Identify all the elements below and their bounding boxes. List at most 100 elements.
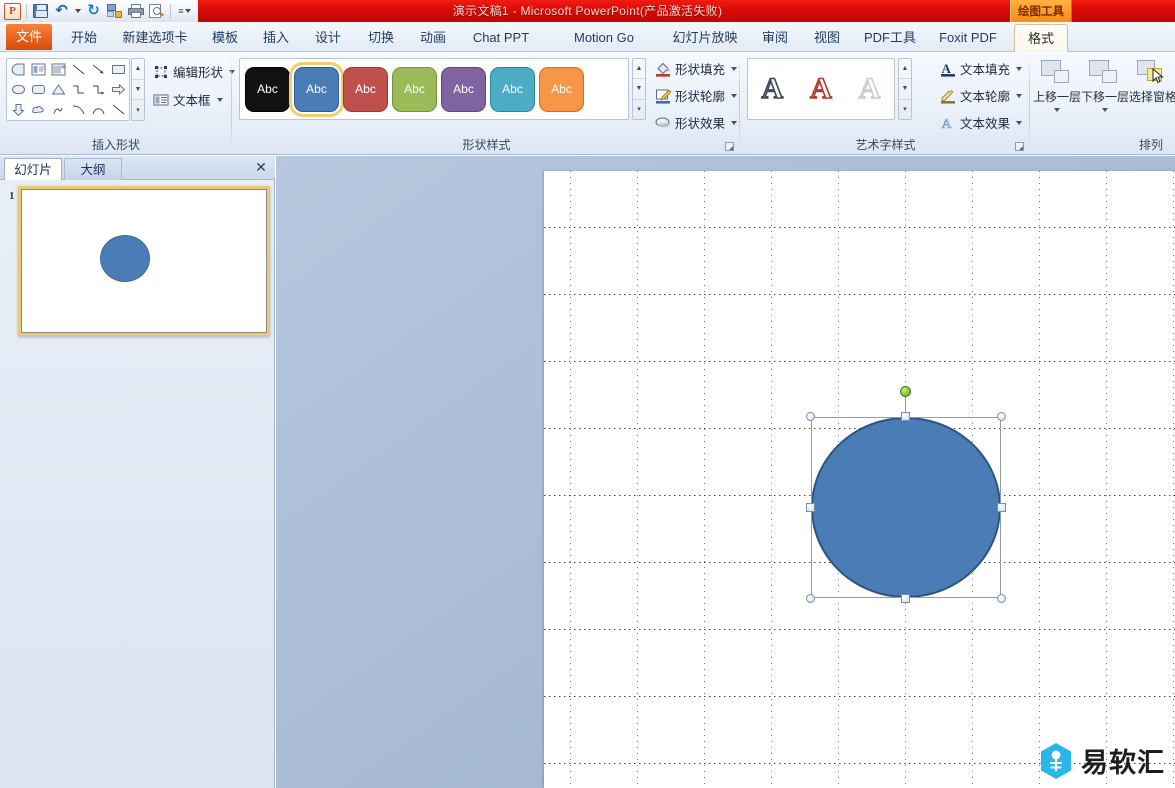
shape-fill-button[interactable]: 形状填充 (652, 57, 740, 80)
tab-design[interactable]: 设计 (306, 24, 350, 52)
wordart-dialog-launcher[interactable] (1015, 142, 1024, 151)
resize-handle-bottom-center[interactable] (901, 594, 910, 603)
resize-handle-middle-right[interactable] (997, 503, 1006, 512)
rotate-handle[interactable] (900, 386, 911, 397)
resize-handle-top-left[interactable] (806, 412, 815, 421)
bring-forward-caret-icon[interactable] (1054, 108, 1060, 112)
edit-shape-button[interactable]: 编辑形状 (150, 60, 238, 83)
tab-transitions[interactable]: 切换 (359, 24, 403, 52)
tab-slides[interactable]: 幻灯片 (4, 158, 62, 180)
send-backward-button[interactable]: 下移一层 (1081, 58, 1129, 112)
tab-review[interactable]: 审阅 (753, 24, 797, 52)
shape-line-icon[interactable] (68, 60, 88, 80)
shape-ellipse-icon[interactable] (8, 80, 28, 100)
grid-line-h (544, 629, 1175, 630)
tab-template[interactable]: 模板 (203, 24, 247, 52)
shape-textbox-icon[interactable] (28, 60, 48, 80)
shape-down-arrow-icon[interactable] (8, 99, 28, 119)
tab-animations[interactable]: 动画 (411, 24, 455, 52)
shape-style-teal[interactable]: Abc (490, 67, 535, 112)
tab-motion-go[interactable]: Motion Go (563, 24, 645, 52)
text-fill-button[interactable]: A 文本填充 (937, 57, 1025, 80)
tab-view[interactable]: 视图 (805, 24, 849, 52)
shape-styles-scroll-down-icon[interactable]: ▼ (633, 79, 645, 99)
tab-pdf-tools[interactable]: PDF工具 (856, 24, 924, 52)
shape-triangle-icon[interactable] (48, 80, 68, 100)
shape-elbow-connector-icon[interactable] (68, 80, 88, 100)
text-effects-caret-icon[interactable] (1016, 121, 1022, 125)
shape-style-red[interactable]: Abc (343, 67, 388, 112)
selection-pane-button[interactable]: 选择窗格 (1129, 58, 1175, 105)
text-effects-button[interactable]: A 文本效果 (937, 111, 1025, 134)
shape-style-blue[interactable]: Abc (294, 67, 339, 112)
shape-style-purple[interactable]: Abc (441, 67, 486, 112)
text-outline-caret-icon[interactable] (1016, 94, 1022, 98)
shape-styles-scroll[interactable]: ▲ ▼ ▾ (632, 58, 646, 120)
wordart-styles-scroll[interactable]: ▲ ▼ ▾ (898, 58, 912, 120)
selected-shape[interactable] (811, 417, 1001, 598)
wordart-styles-gallery[interactable]: A A A (747, 58, 895, 120)
wordart-sample-dark[interactable]: A (761, 74, 783, 104)
text-outline-button[interactable]: 文本轮廓 (937, 84, 1025, 107)
resize-handle-bottom-right[interactable] (997, 594, 1006, 603)
shape-curve-icon[interactable] (68, 99, 88, 119)
shape-effects-caret-icon[interactable] (731, 121, 737, 125)
resize-handle-bottom-left[interactable] (806, 594, 815, 603)
shape-right-arrow-icon[interactable] (108, 80, 128, 100)
slide-thumbnail-1[interactable]: 1 (4, 186, 270, 336)
wordart-scroll-down-icon[interactable]: ▼ (899, 79, 911, 99)
close-pane-icon[interactable]: ✕ (253, 160, 269, 176)
shape-styles-more-icon[interactable]: ▾ (633, 100, 645, 119)
shapes-scroll-up-icon[interactable]: ▲ (132, 59, 144, 80)
send-backward-caret-icon[interactable] (1102, 108, 1108, 112)
edit-shape-label: 编辑形状 (173, 62, 223, 81)
shapes-gallery-scroll[interactable]: ▲ ▼ ▾ (131, 58, 145, 121)
contextual-tab-label: 绘图工具 (1018, 3, 1064, 19)
tab-file[interactable]: 文件 (6, 24, 52, 50)
shape-outline-caret-icon[interactable] (731, 94, 737, 98)
shape-styles-gallery[interactable]: Abc Abc Abc Abc Abc Abc Abc (239, 58, 629, 120)
bring-forward-button[interactable]: 上移一层 (1033, 58, 1081, 112)
wordart-scroll-up-icon[interactable]: ▲ (899, 59, 911, 79)
resize-handle-top-center[interactable] (901, 412, 910, 421)
shape-elbow-arrow-icon[interactable] (88, 80, 108, 100)
text-fill-caret-icon[interactable] (1016, 67, 1022, 71)
shape-styles-dialog-launcher[interactable] (725, 142, 734, 151)
text-box-caret-icon[interactable] (217, 98, 223, 102)
shape-fill-caret-icon[interactable] (731, 67, 737, 71)
shape-outline-button[interactable]: 形状轮廓 (652, 84, 740, 107)
tab-chat-ppt[interactable]: Chat PPT (463, 24, 539, 52)
tab-outline[interactable]: 大纲 (64, 158, 122, 180)
tab-home[interactable]: 开始 (62, 24, 106, 52)
shape-recent-oval-icon[interactable] (8, 60, 28, 80)
shape-diagonal-line-icon[interactable] (108, 99, 128, 119)
shapes-scroll-down-icon[interactable]: ▼ (132, 80, 144, 101)
shape-vertical-textbox-icon[interactable] (48, 60, 68, 80)
shape-freeform-icon[interactable] (48, 99, 68, 119)
contextual-tab-drawing-tools[interactable]: 绘图工具 (1010, 0, 1072, 22)
tab-format[interactable]: 格式 (1014, 24, 1068, 52)
shape-arrow-icon[interactable] (88, 60, 108, 80)
shape-arc-icon[interactable] (88, 99, 108, 119)
slide-thumbnail-selection[interactable] (18, 186, 270, 336)
resize-handle-middle-left[interactable] (806, 503, 815, 512)
tab-insert[interactable]: 插入 (254, 24, 298, 52)
shape-rounded-rect-icon[interactable] (28, 80, 48, 100)
text-box-button[interactable]: 文本框 (150, 88, 226, 111)
tab-new-tab[interactable]: 新建选项卡 (112, 24, 198, 52)
wordart-sample-red[interactable]: A (810, 74, 832, 104)
shape-style-green[interactable]: Abc (392, 67, 437, 112)
shapes-more-icon[interactable]: ▾ (132, 100, 144, 120)
tab-foxit-pdf[interactable]: Foxit PDF (930, 24, 1006, 52)
wordart-more-icon[interactable]: ▾ (899, 100, 911, 119)
shape-cloud-icon[interactable] (28, 99, 48, 119)
wordart-sample-light[interactable]: A (859, 74, 881, 104)
shape-rectangle-icon[interactable] (108, 60, 128, 80)
resize-handle-top-right[interactable] (997, 412, 1006, 421)
tab-slideshow[interactable]: 幻灯片放映 (660, 24, 750, 52)
shapes-gallery[interactable] (6, 58, 130, 121)
shape-styles-scroll-up-icon[interactable]: ▲ (633, 59, 645, 79)
shape-style-orange[interactable]: Abc (539, 67, 584, 112)
shape-effects-button[interactable]: 形状效果 (652, 111, 740, 134)
shape-style-black[interactable]: Abc (245, 67, 290, 112)
